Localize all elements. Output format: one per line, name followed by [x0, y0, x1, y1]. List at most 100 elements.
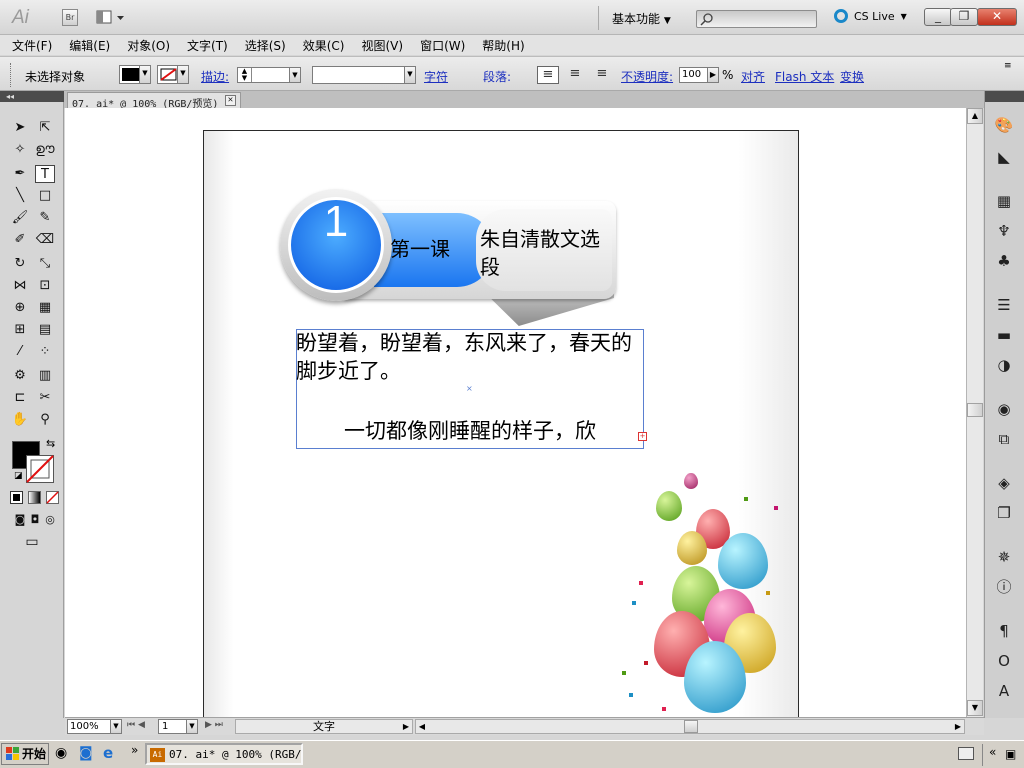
bridge-button[interactable]: Br: [62, 9, 78, 26]
scroll-up-icon[interactable]: ▲: [967, 108, 983, 124]
next-artboard-icon[interactable]: ▶ ⏭: [205, 720, 223, 730]
navigator-panel-icon[interactable]: ✵: [994, 547, 1014, 567]
quick-launch-app-icon[interactable]: ◙: [79, 745, 93, 761]
panel-menu-icon[interactable]: ≡: [1004, 61, 1012, 71]
menu-object[interactable]: 对象(O): [127, 37, 170, 54]
scroll-right-icon[interactable]: ▶: [952, 720, 964, 733]
line-tool-icon[interactable]: ╲: [10, 187, 30, 205]
align-left-button[interactable]: ≡: [537, 66, 559, 84]
blend-tool-icon[interactable]: ⁘: [35, 343, 55, 361]
rotate-tool-icon[interactable]: ↻: [10, 255, 30, 273]
eyedropper-tool-icon[interactable]: ⁄: [10, 343, 30, 361]
pencil-tool-icon[interactable]: ✎: [35, 209, 55, 227]
stepper-icon[interactable]: ▲ ▼: [238, 68, 252, 82]
paragraph-2[interactable]: 一切都像刚睡醒的样子，欣: [344, 415, 596, 445]
menu-view[interactable]: 视图(V): [361, 37, 403, 54]
artboards-panel-icon[interactable]: ❐: [994, 503, 1014, 523]
scroll-left-icon[interactable]: ◀: [416, 720, 428, 733]
dock-header[interactable]: [985, 91, 1024, 102]
character-panel-link[interactable]: 字符: [424, 68, 448, 85]
cs-live-menu[interactable]: CS Live ▼: [834, 9, 907, 23]
stroke-panel-link[interactable]: 描边:: [201, 68, 229, 85]
menu-window[interactable]: 窗口(W): [420, 37, 465, 54]
perspective-grid-tool-icon[interactable]: ▦: [35, 299, 55, 317]
menu-select[interactable]: 选择(S): [245, 37, 286, 54]
align-center-button[interactable]: ≡: [564, 66, 586, 84]
workspace-switcher[interactable]: 基本功能 ▼: [612, 10, 671, 27]
opentype-panel-icon[interactable]: O: [994, 651, 1014, 671]
gradient-mode-button[interactable]: [28, 491, 41, 504]
default-colors-icon[interactable]: ◪: [14, 471, 23, 481]
mesh-tool-icon[interactable]: ⊞: [10, 321, 30, 339]
direct-selection-tool-icon[interactable]: ⇱: [35, 119, 55, 137]
font-family-dropdown[interactable]: ▼: [312, 66, 416, 84]
eraser-tool-icon[interactable]: ⌫: [35, 231, 55, 249]
status-info-menu[interactable]: 文字 ▶: [235, 719, 413, 734]
transparency-panel-icon[interactable]: ◑: [994, 355, 1014, 375]
magic-wand-tool-icon[interactable]: ✧: [10, 141, 30, 159]
paragraph-panel-icon[interactable]: ¶: [994, 621, 1014, 641]
color-panel-icon[interactable]: 🎨: [994, 115, 1014, 135]
opacity-link[interactable]: 不透明度:: [621, 68, 673, 85]
tray-expand-button[interactable]: «: [989, 745, 996, 759]
menu-help[interactable]: 帮助(H): [482, 37, 524, 54]
transform-link[interactable]: 变换: [840, 68, 864, 85]
quick-launch-more[interactable]: »: [131, 743, 138, 757]
screen-mode-icon[interactable]: ▭: [22, 533, 42, 551]
vertical-scrollbar[interactable]: ▲ ▼: [966, 108, 983, 717]
color-mode-button[interactable]: [10, 491, 23, 504]
help-search-input[interactable]: [696, 10, 817, 28]
paragraph-1[interactable]: 盼望着，盼望着，东风来了，春天的脚步近了。: [296, 329, 644, 385]
column-graph-tool-icon[interactable]: ▥: [35, 367, 55, 385]
slice-tool-icon[interactable]: ✂: [35, 389, 55, 407]
symbol-sprayer-tool-icon[interactable]: ⚙: [10, 367, 30, 385]
width-tool-icon[interactable]: ⋈: [10, 277, 30, 295]
chrome-icon[interactable]: ◉: [55, 745, 67, 761]
free-transform-tool-icon[interactable]: ⊡: [35, 277, 55, 295]
scale-tool-icon[interactable]: ⤡: [35, 255, 55, 273]
network-icon[interactable]: ▣: [1005, 747, 1016, 761]
first-artboard-icon[interactable]: ⏮ ◀: [127, 720, 145, 730]
menu-type[interactable]: 文字(T): [187, 37, 228, 54]
restore-button[interactable]: ❐: [950, 8, 978, 26]
arrange-documents-button[interactable]: [96, 9, 126, 26]
fill-color-dropdown[interactable]: ▼: [119, 65, 151, 84]
minimize-button[interactable]: _: [924, 8, 952, 26]
document-tab[interactable]: 07. ai* @ 100% (RGB/预览) ✕: [67, 92, 241, 110]
stroke-color-swatch[interactable]: [26, 455, 54, 483]
artboard[interactable]: 1 第一课 朱自清散文选段 盼望着，盼望着，东风来了，春天的脚步近了。 一切都像…: [203, 130, 799, 730]
symbols-panel-icon[interactable]: ♣: [994, 251, 1014, 271]
zoom-tool-icon[interactable]: ⚲: [35, 411, 55, 429]
menu-file[interactable]: 文件(F): [12, 37, 52, 54]
scroll-down-icon[interactable]: ▼: [967, 700, 983, 716]
document-canvas[interactable]: 1 第一课 朱自清散文选段 盼望着，盼望着，东风来了，春天的脚步近了。 一切都像…: [65, 108, 966, 730]
close-button[interactable]: ✕: [977, 8, 1017, 26]
brushes-panel-icon[interactable]: ♆: [994, 221, 1014, 241]
gradient-tool-icon[interactable]: ▤: [35, 321, 55, 339]
info-panel-icon[interactable]: ⓘ: [994, 577, 1014, 597]
paintbrush-tool-icon[interactable]: 🖌: [10, 209, 30, 227]
artboard-tool-icon[interactable]: ⊏: [10, 389, 30, 407]
keyboard-icon[interactable]: [958, 747, 974, 760]
character-panel-icon[interactable]: A: [994, 681, 1014, 701]
taskbar-illustrator-item[interactable]: Ai 07. ai* @ 100% (RGB/...: [145, 743, 303, 765]
selection-tool-icon[interactable]: ➤: [10, 119, 30, 137]
zoom-dropdown[interactable]: 100% ▼: [67, 719, 122, 734]
graphic-styles-icon[interactable]: ⧉: [994, 429, 1014, 449]
swap-colors-icon[interactable]: ⇆: [46, 437, 55, 450]
layers-panel-icon[interactable]: ◈: [994, 473, 1014, 493]
align-link[interactable]: 对齐: [741, 68, 765, 85]
menu-edit[interactable]: 编辑(E): [69, 37, 110, 54]
start-button[interactable]: 开始: [1, 743, 49, 765]
color-guide-icon[interactable]: ◣: [994, 147, 1014, 167]
stroke-panel-icon[interactable]: ☰: [994, 295, 1014, 315]
blob-brush-tool-icon[interactable]: ✐: [10, 231, 30, 249]
artboard-number-field[interactable]: 1 ▼: [158, 719, 198, 734]
none-mode-button[interactable]: [46, 491, 59, 504]
text-overflow-icon[interactable]: +: [638, 432, 647, 441]
tools-panel-header[interactable]: ◂◂: [0, 91, 64, 102]
stroke-weight-field[interactable]: ▲ ▼ ▼: [237, 67, 301, 83]
stroke-color-dropdown[interactable]: ▼: [157, 65, 189, 84]
hand-tool-icon[interactable]: ✋: [10, 411, 30, 429]
internet-explorer-icon[interactable]: e: [103, 744, 113, 762]
